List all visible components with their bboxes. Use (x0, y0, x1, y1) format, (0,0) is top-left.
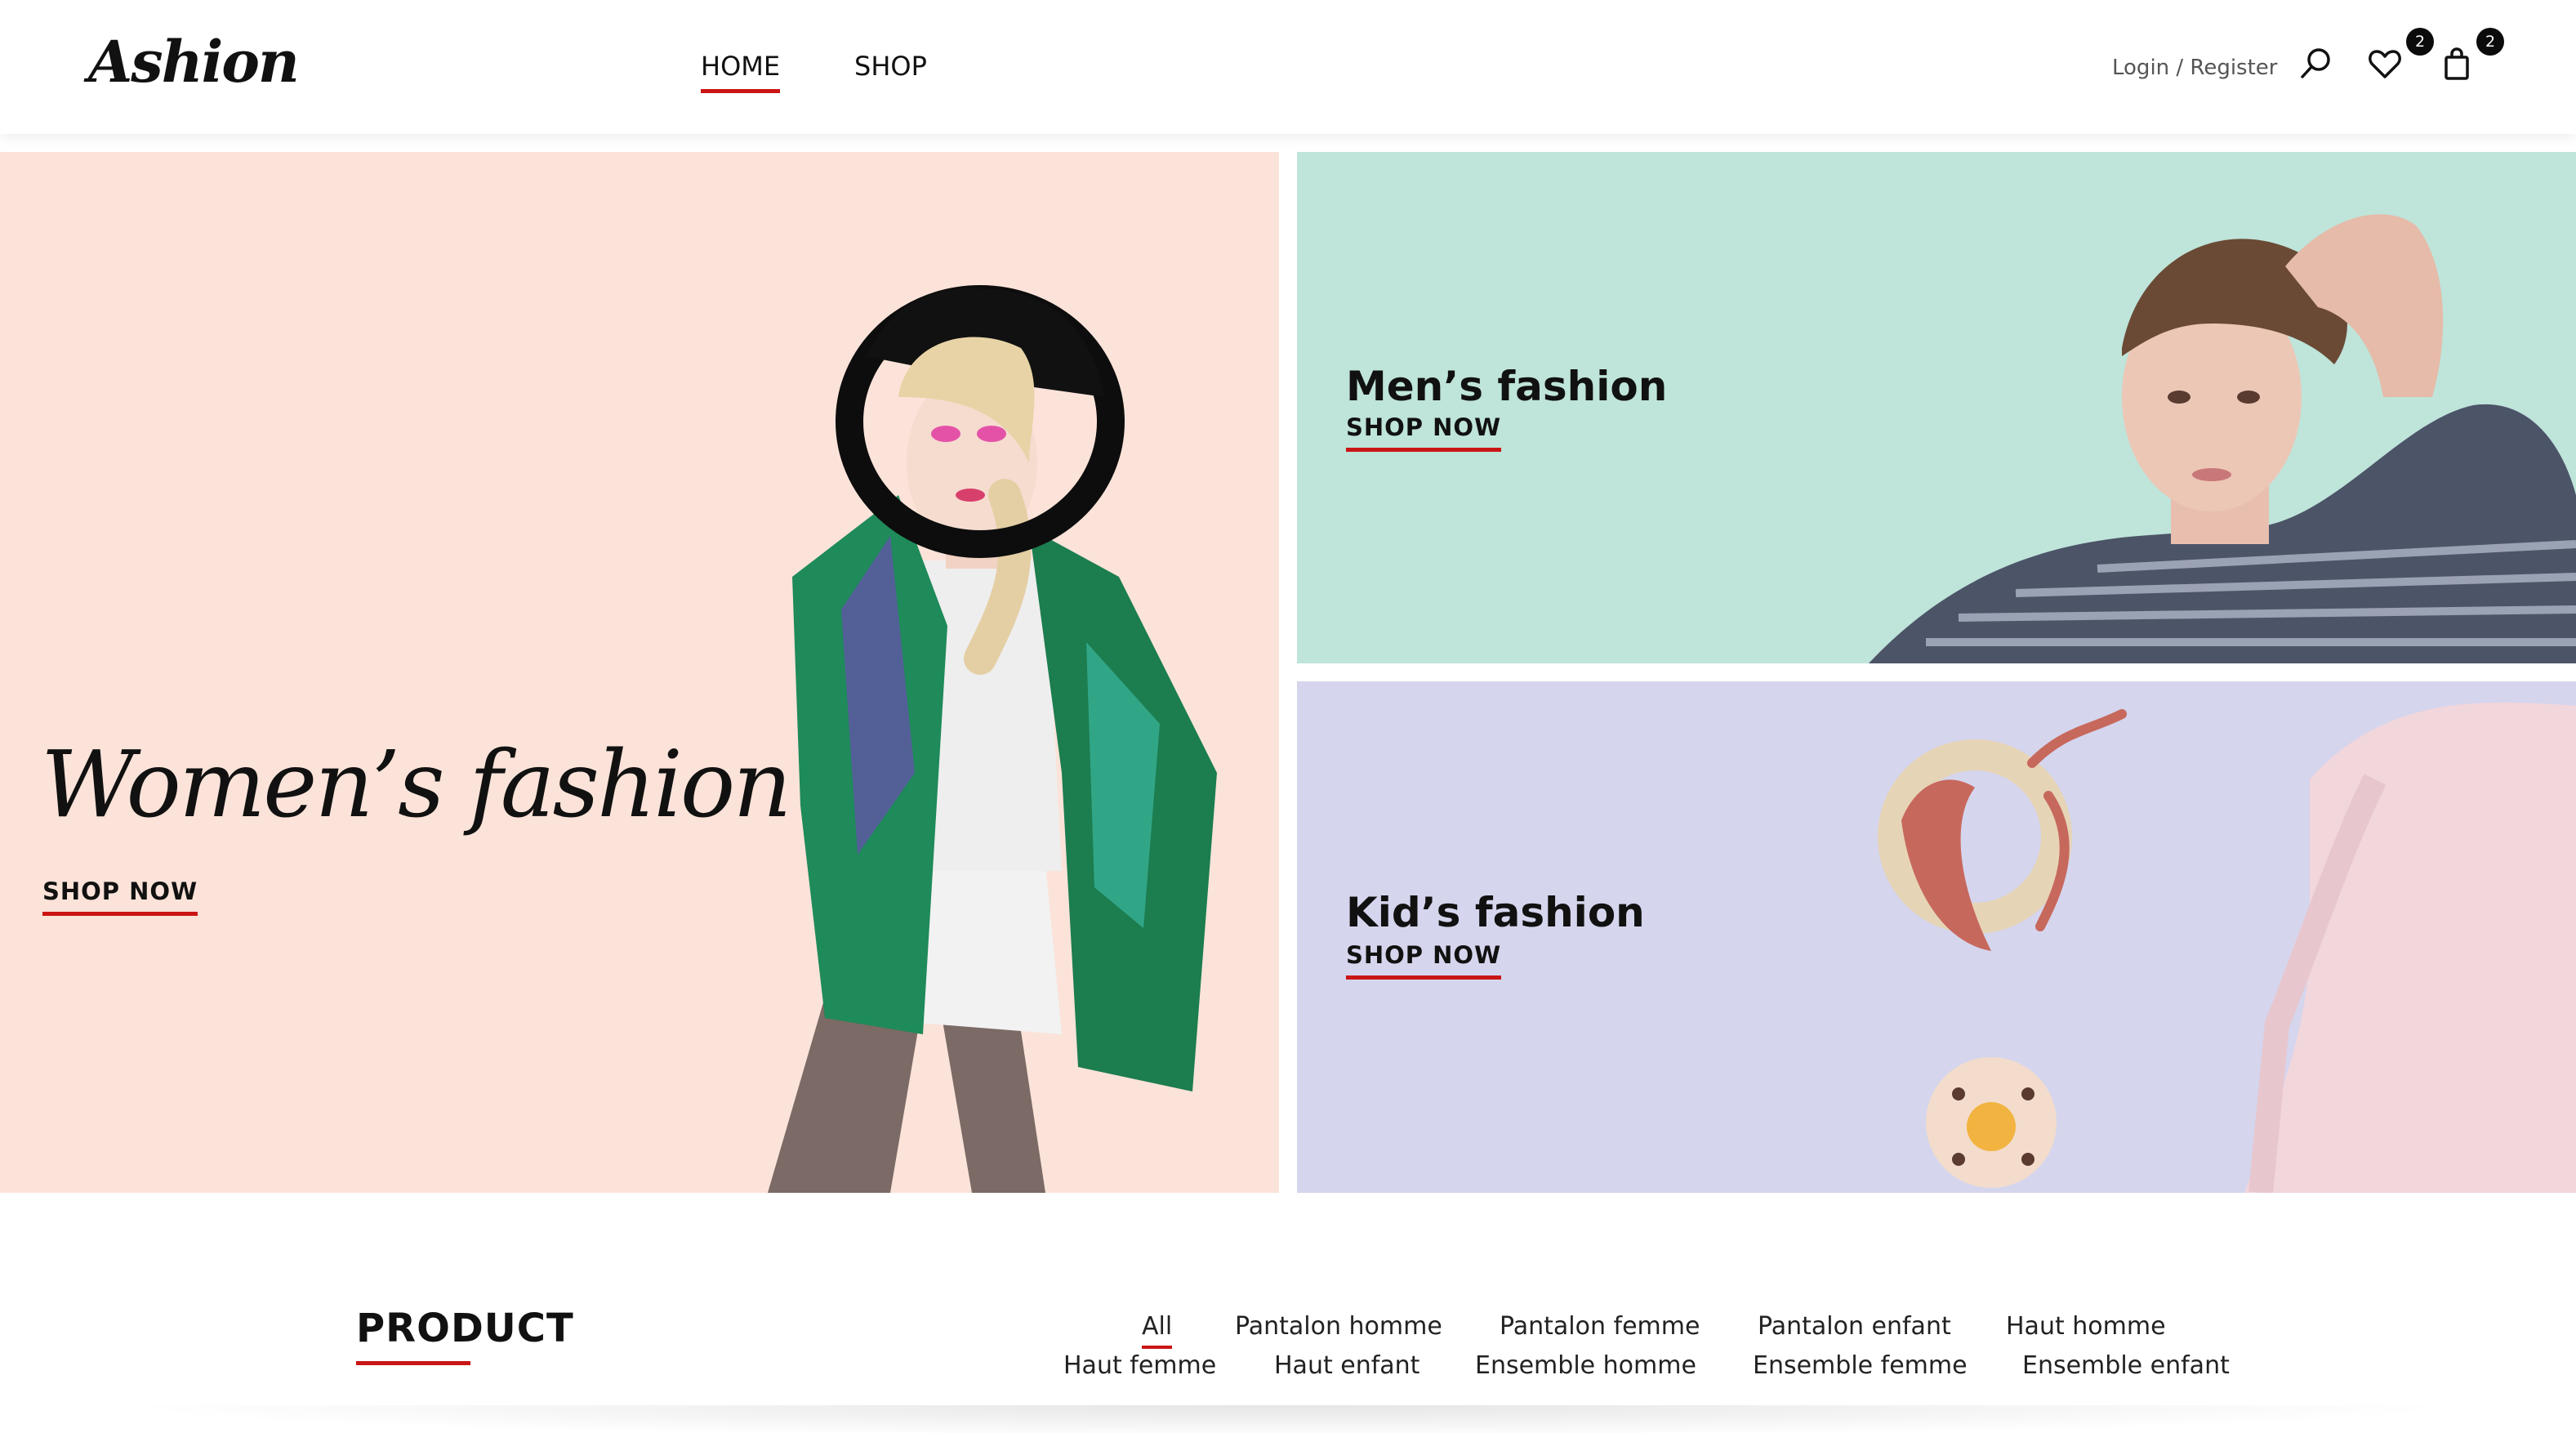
kids-banner[interactable]: Kid’s fashion SHOP NOW (1297, 681, 2576, 1193)
men-banner[interactable]: Men’s fashion SHOP NOW (1297, 152, 2576, 663)
shopping-bag-icon[interactable] (2439, 46, 2475, 82)
cart-count-badge: 2 (2476, 28, 2504, 56)
filter-ensemble-enfant[interactable]: Ensemble enfant (2022, 1351, 2230, 1380)
product-grid-top-shadow (114, 1405, 2467, 1433)
men-fashion-title: Men’s fashion (1346, 363, 1668, 410)
filter-ensemble-femme[interactable]: Ensemble femme (1753, 1351, 1968, 1380)
filter-haut-enfant[interactable]: Haut enfant (1274, 1351, 1419, 1380)
search-icon[interactable] (2298, 46, 2334, 82)
site-header: Ashion HOME SHOP Login / Register 2 2 (0, 0, 2576, 134)
nav-shop[interactable]: SHOP (854, 51, 927, 82)
filter-ensemble-homme[interactable]: Ensemble homme (1475, 1351, 1696, 1380)
heart-icon[interactable] (2367, 46, 2403, 82)
site-logo[interactable]: Ashion (88, 28, 300, 96)
men-model-image (1869, 214, 2576, 663)
kids-shop-now-link[interactable]: SHOP NOW (1346, 941, 1502, 980)
women-banner[interactable]: Women’s fashion SHOP NOW (0, 152, 1279, 1193)
filter-pantalon-femme[interactable]: Pantalon femme (1500, 1312, 1700, 1341)
men-shop-now-link[interactable]: SHOP NOW (1346, 413, 1502, 452)
kids-products-image (1878, 702, 2576, 1193)
product-section-title: PRODUCT (356, 1306, 574, 1365)
filter-haut-homme[interactable]: Haut homme (2006, 1312, 2166, 1341)
women-fashion-title: Women’s fashion (41, 732, 791, 838)
login-register-link[interactable]: Login / Register (2112, 56, 2277, 80)
women-model-image (768, 285, 1217, 1193)
wishlist-count-badge: 2 (2406, 28, 2434, 56)
nav-home[interactable]: HOME (701, 51, 781, 93)
filter-pantalon-enfant[interactable]: Pantalon enfant (1758, 1312, 1951, 1341)
filter-all[interactable]: All (1142, 1312, 1173, 1349)
women-shop-now-link[interactable]: SHOP NOW (42, 877, 198, 916)
filter-haut-femme[interactable]: Haut femme (1063, 1351, 1216, 1380)
filter-pantalon-homme[interactable]: Pantalon homme (1235, 1312, 1442, 1341)
kids-fashion-title: Kid’s fashion (1346, 889, 1645, 936)
